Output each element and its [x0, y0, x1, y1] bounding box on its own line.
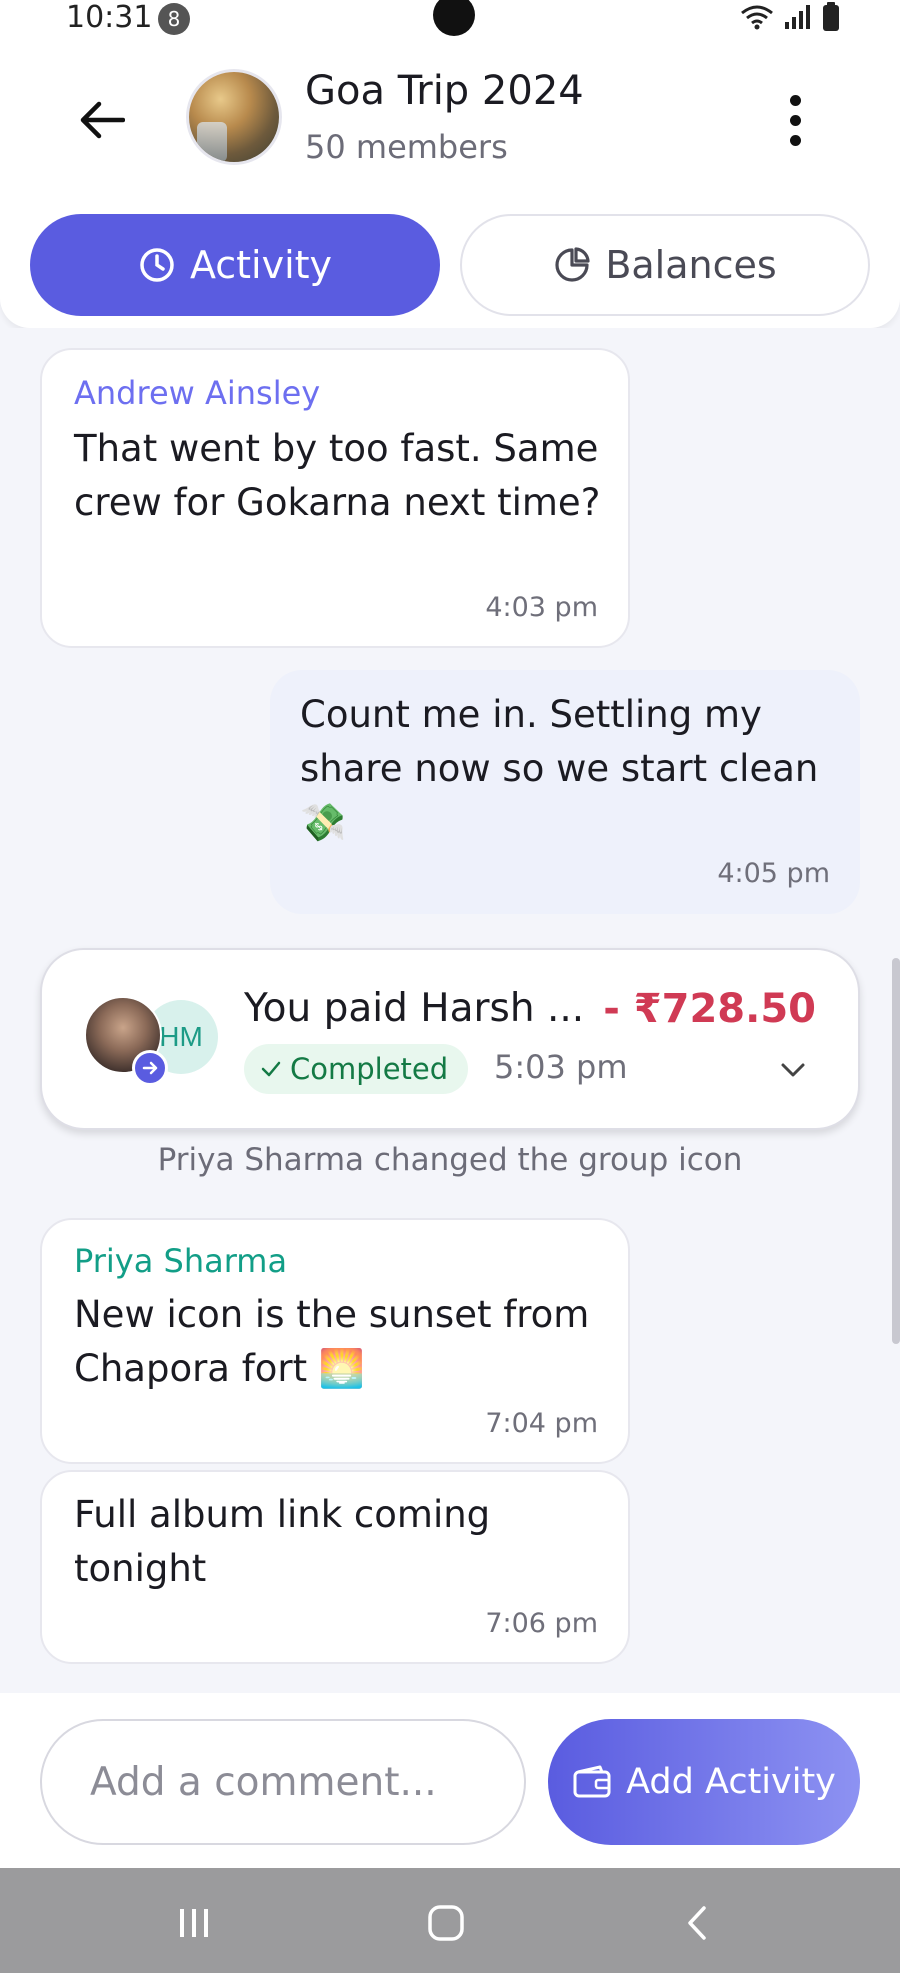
message-text: New icon is the sunset from Chapora fort…: [74, 1293, 590, 1390]
tab-activity-label: Activity: [189, 243, 333, 287]
chat-header: Goa Trip 2024 50 members: [0, 40, 900, 200]
recent-apps-button[interactable]: [164, 1898, 224, 1948]
message-time: 4:05 pm: [717, 858, 830, 889]
status-icons: [740, 2, 840, 32]
back-button[interactable]: [72, 90, 132, 150]
arrow-left-icon: [80, 101, 125, 139]
payment-card[interactable]: HM You paid Harsh ... - ₹728.50 Complete…: [40, 948, 860, 1130]
status-time: 10:31: [66, 0, 153, 35]
chevron-left-icon: [688, 1906, 706, 1940]
clock-icon: [140, 248, 174, 282]
message-text: Full album link coming tonight: [74, 1493, 491, 1590]
battery-icon: [823, 2, 839, 31]
status-badge: Completed: [244, 1044, 469, 1094]
status-label: Completed: [290, 1052, 449, 1086]
add-activity-label: Add Activity: [626, 1762, 836, 1802]
composer: Add Activity: [0, 1693, 900, 1868]
more-dot-icon: [789, 134, 801, 146]
system-back-button[interactable]: [668, 1898, 728, 1948]
signal-icon: [785, 5, 810, 29]
message-bubble[interactable]: Priya Sharma New icon is the sunset from…: [40, 1218, 630, 1464]
message-bubble[interactable]: Andrew Ainsley That went by too fast. Sa…: [40, 348, 630, 648]
message-time: 4:03 pm: [485, 592, 598, 623]
message-text: Count me in. Settling my share now so we…: [300, 693, 819, 844]
message-time: 7:06 pm: [485, 1608, 598, 1639]
notification-count-badge: 8: [158, 3, 190, 35]
arrow-right-icon: [132, 1050, 168, 1086]
system-message: Priya Sharma changed the group icon: [157, 1142, 743, 1178]
scrollbar[interactable]: [892, 958, 900, 1344]
message-sender: Andrew Ainsley: [74, 374, 321, 412]
activity-feed[interactable]: Andrew Ainsley That went by too fast. Sa…: [0, 328, 900, 1693]
message-bubble-outgoing[interactable]: Count me in. Settling my share now so we…: [270, 670, 860, 914]
chevron-down-icon[interactable]: [778, 1058, 808, 1082]
payment-title: You paid Harsh ...: [244, 986, 585, 1031]
group-title: Goa Trip 2024: [305, 68, 584, 114]
add-activity-button[interactable]: Add Activity: [548, 1719, 860, 1845]
group-avatar[interactable]: [186, 69, 282, 165]
wifi-icon: [741, 5, 773, 30]
comment-input[interactable]: [40, 1719, 526, 1845]
message-bubble[interactable]: Full album link coming tonight 7:06 pm: [40, 1470, 630, 1664]
recent-apps-icon: [180, 1909, 208, 1937]
message-sender: Priya Sharma: [74, 1242, 288, 1280]
home-button[interactable]: [416, 1898, 476, 1948]
wallet-icon: [573, 1765, 611, 1798]
tab-bar: Activity Balances: [0, 200, 900, 328]
tab-balances[interactable]: Balances: [460, 214, 870, 316]
message-time: 7:04 pm: [485, 1408, 598, 1439]
group-member-count: 50 members: [305, 128, 508, 166]
more-dot-icon: [789, 94, 801, 106]
pie-chart-icon: [555, 247, 590, 282]
payment-time: 5:03 pm: [494, 1048, 628, 1086]
status-bar: 10:31 8: [0, 0, 900, 40]
tab-balances-label: Balances: [605, 243, 777, 287]
tab-activity[interactable]: Activity: [30, 214, 440, 316]
home-icon: [428, 1905, 464, 1941]
payment-amount: - ₹728.50: [603, 986, 816, 1032]
check-icon: [261, 1061, 281, 1077]
message-text: That went by too fast. Same crew for Gok…: [74, 427, 601, 524]
camera-cutout: [433, 0, 475, 36]
system-nav-bar: [0, 1868, 900, 1973]
more-options-button[interactable]: [775, 85, 815, 155]
more-dot-icon: [789, 114, 801, 126]
